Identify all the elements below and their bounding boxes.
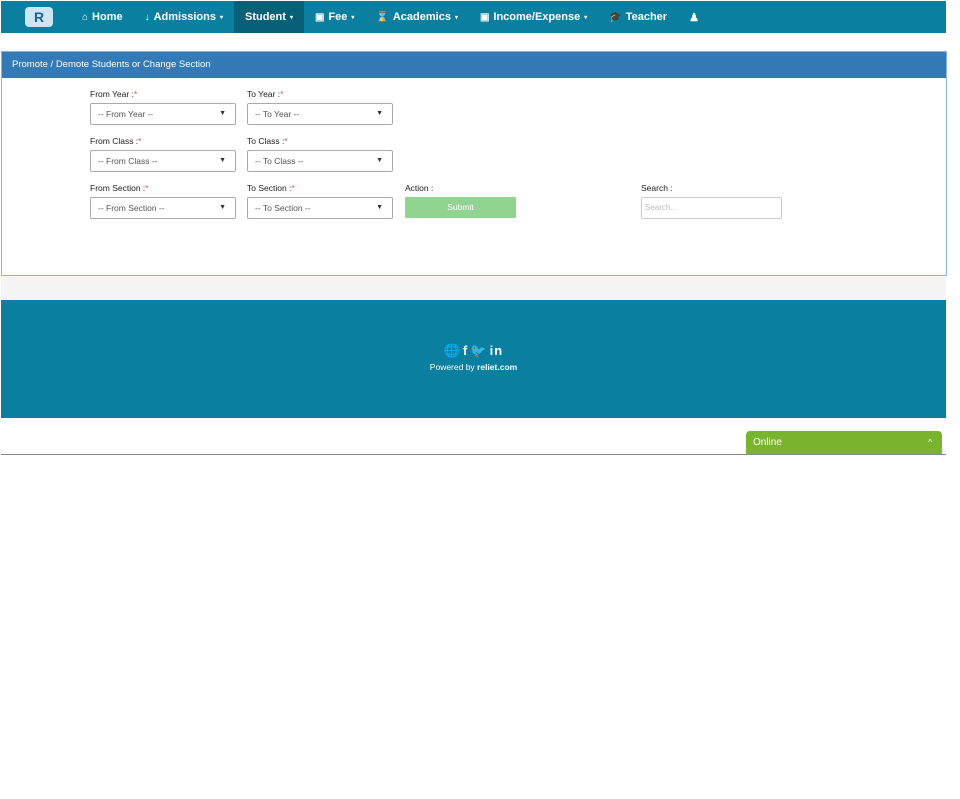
- promote-panel: Promote / Demote Students or Change Sect…: [1, 51, 947, 276]
- submit-button[interactable]: Submit: [405, 197, 516, 218]
- nav-admissions[interactable]: ↓ Admissions ▾: [134, 1, 234, 33]
- chat-status-label: Online: [753, 437, 782, 448]
- search-input[interactable]: Search...: [641, 197, 782, 219]
- nav-admissions-label: Admissions: [153, 11, 216, 23]
- caret-down-icon: ▾: [454, 14, 458, 21]
- nav-income-expense-label: Income/Expense: [493, 11, 581, 23]
- action-field: Action : Submit: [405, 183, 516, 218]
- nav-home[interactable]: ⌂ Home: [71, 1, 134, 33]
- chevron-up-icon[interactable]: ^: [928, 431, 932, 454]
- powered-by-link[interactable]: reliet.com: [477, 362, 517, 372]
- dropdown-arrow-icon: ▼: [376, 204, 383, 211]
- nav-fee-label: Fee: [328, 11, 348, 23]
- footer: 🌐 f 🐦 in Powered by reliet.com: [1, 300, 946, 418]
- logo-letter: R: [33, 9, 45, 25]
- caret-down-icon: ▾: [584, 14, 588, 21]
- nav-student[interactable]: Student ▾: [233, 1, 304, 33]
- from-year-label: From Year :*: [90, 89, 138, 99]
- content-spacer: [1, 277, 946, 300]
- from-section-field: From Section :* -- From Section -- ▼: [90, 183, 236, 219]
- graduation-cap-icon: 🎓: [609, 11, 622, 23]
- nav-home-label: Home: [92, 11, 123, 23]
- home-icon: ⌂: [82, 11, 89, 23]
- nav-teacher[interactable]: 🎓 Teacher: [598, 1, 678, 33]
- caret-down-icon: ▾: [289, 14, 293, 21]
- to-class-field: To Class :* -- To Class -- ▼: [247, 136, 393, 172]
- to-section-field: To Section :* -- To Section -- ▼: [247, 183, 393, 219]
- from-class-label: From Class :*: [90, 136, 142, 146]
- nav-academics[interactable]: ⌛ Academics ▾: [365, 1, 469, 33]
- globe-icon[interactable]: 🌐: [444, 343, 461, 358]
- money-icon: ▣: [314, 11, 325, 23]
- to-year-label: To Year :*: [247, 89, 284, 99]
- nav-teacher-label: Teacher: [625, 11, 668, 23]
- dropdown-arrow-icon: ▼: [376, 110, 383, 117]
- from-year-select[interactable]: -- From Year -- ▼: [90, 103, 236, 125]
- user-icon: ♟: [689, 11, 699, 24]
- from-class-select[interactable]: -- From Class -- ▼: [90, 150, 236, 172]
- dropdown-arrow-icon: ▼: [376, 157, 383, 164]
- hourglass-icon: ⌛: [376, 11, 389, 23]
- top-navbar: R ⌂ Home ↓ Admissions ▾ Student ▾ ▣ Fee …: [1, 1, 946, 33]
- search-label: Search :: [641, 183, 673, 193]
- app-logo[interactable]: R: [21, 4, 57, 30]
- to-year-select[interactable]: -- To Year -- ▼: [247, 103, 393, 125]
- facebook-icon[interactable]: f: [463, 343, 468, 358]
- nav-fee[interactable]: ▣ Fee ▾: [304, 1, 365, 33]
- arrow-down-icon: ↓: [144, 11, 150, 23]
- linkedin-icon[interactable]: in: [490, 343, 504, 358]
- nav-income-expense[interactable]: ▣ Income/Expense ▾: [469, 1, 598, 33]
- money-icon: ▣: [479, 11, 490, 23]
- panel-title: Promote / Demote Students or Change Sect…: [2, 52, 946, 78]
- twitter-icon[interactable]: 🐦: [470, 343, 487, 358]
- from-section-label: From Section :*: [90, 183, 149, 193]
- caret-down-icon: ▾: [219, 14, 223, 21]
- to-class-select[interactable]: -- To Class -- ▼: [247, 150, 393, 172]
- caret-down-icon: ▾: [351, 14, 355, 21]
- dropdown-arrow-icon: ▼: [219, 204, 226, 211]
- nav-student-label: Student: [244, 11, 286, 23]
- action-label: Action :: [405, 183, 434, 193]
- online-chat-widget[interactable]: Online ^: [746, 431, 942, 454]
- to-section-label: To Section :*: [247, 183, 295, 193]
- from-class-field: From Class :* -- From Class -- ▼: [90, 136, 236, 172]
- search-field: Search : Search...: [641, 183, 782, 219]
- social-links: 🌐 f 🐦 in: [1, 343, 946, 359]
- dropdown-arrow-icon: ▼: [219, 157, 226, 164]
- page-bottom-divider: [1, 454, 946, 455]
- to-section-select[interactable]: -- To Section -- ▼: [247, 197, 393, 219]
- powered-by: Powered by reliet.com: [429, 362, 518, 372]
- dropdown-arrow-icon: ▼: [219, 110, 226, 117]
- nav-user[interactable]: ♟: [678, 1, 710, 33]
- from-section-select[interactable]: -- From Section -- ▼: [90, 197, 236, 219]
- nav-academics-label: Academics: [392, 11, 451, 23]
- to-year-field: To Year :* -- To Year -- ▼: [247, 89, 393, 125]
- from-year-field: From Year :* -- From Year -- ▼: [90, 89, 236, 125]
- to-class-label: To Class :*: [247, 136, 288, 146]
